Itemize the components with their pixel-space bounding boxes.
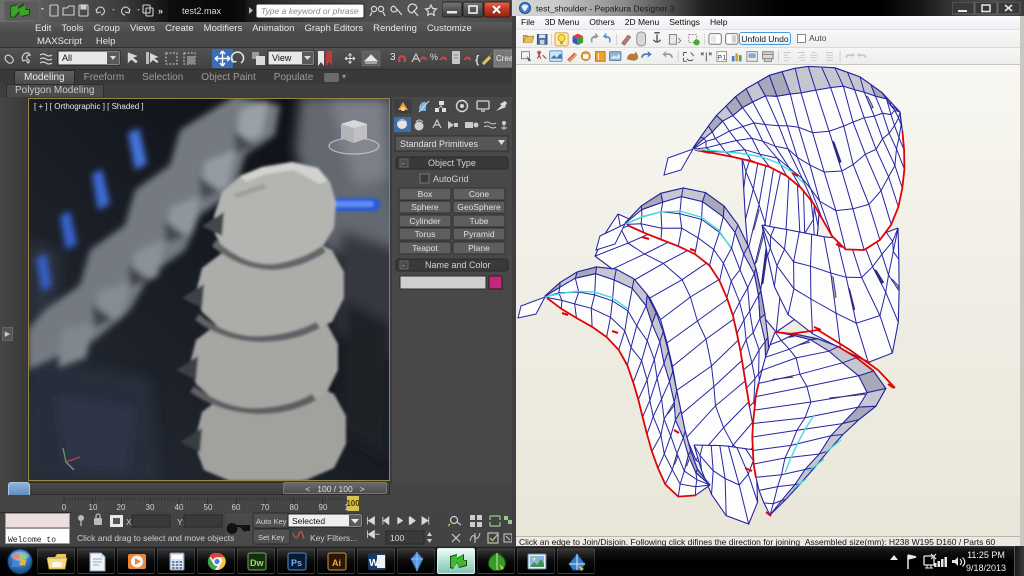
svg-text:30: 30 — [146, 503, 155, 512]
svg-text:W: W — [369, 558, 379, 569]
svg-text:Ps: Ps — [291, 558, 302, 568]
svg-text:40: 40 — [175, 503, 184, 512]
svg-text:Tube: Tube — [469, 216, 488, 226]
svg-text:GeoSphere: GeoSphere — [457, 202, 501, 212]
svg-text:Teapot: Teapot — [412, 243, 438, 253]
svg-text:Box: Box — [418, 189, 433, 199]
svg-text:Torus: Torus — [415, 229, 436, 239]
svg-text:Plane: Plane — [468, 243, 490, 253]
svg-text:P.1: P.1 — [718, 55, 727, 62]
svg-text:50: 50 — [204, 503, 213, 512]
svg-text:Standard Primitives: Standard Primitives — [400, 139, 479, 149]
svg-text:View: View — [272, 53, 292, 63]
svg-text:All: All — [62, 53, 72, 63]
svg-text:%: % — [430, 52, 438, 62]
svg-text:10: 10 — [89, 503, 98, 512]
svg-text:-: - — [402, 261, 405, 270]
svg-text:Set Key: Set Key — [258, 533, 285, 542]
svg-text:Key Filters...: Key Filters... — [310, 533, 357, 543]
svg-text:Name and Color: Name and Color — [425, 260, 491, 270]
svg-text:Ai: Ai — [332, 558, 341, 568]
svg-text:Type a keyword or phrase: Type a keyword or phrase — [261, 6, 359, 16]
svg-text:60: 60 — [232, 503, 241, 512]
svg-text:test2.max: test2.max — [182, 6, 222, 16]
svg-text:Sphere: Sphere — [411, 202, 439, 212]
svg-text:»: » — [158, 6, 163, 16]
svg-text:Auto Key: Auto Key — [256, 517, 287, 526]
svg-text:Click and drag to select and m: Click and drag to select and move object… — [77, 533, 234, 543]
svg-text:Crea: Crea — [496, 54, 512, 63]
svg-text:Cone: Cone — [469, 189, 490, 199]
svg-text:90: 90 — [319, 503, 328, 512]
svg-text:100: 100 — [390, 533, 404, 543]
svg-text:Cylinder: Cylinder — [409, 216, 440, 226]
svg-text:3: 3 — [390, 52, 396, 63]
svg-text:0: 0 — [62, 503, 67, 512]
svg-text:Pyramid: Pyramid — [463, 229, 494, 239]
svg-text:Object Type: Object Type — [428, 158, 476, 168]
svg-text:Dw: Dw — [250, 558, 264, 568]
svg-text:100: 100 — [346, 499, 360, 508]
svg-text:Selected: Selected — [292, 516, 325, 526]
svg-text:-: - — [402, 159, 405, 168]
svg-text:I: I — [597, 53, 599, 62]
svg-text:AutoGrid: AutoGrid — [433, 174, 469, 184]
svg-text:test_shoulder - Pepakura Desig: test_shoulder - Pepakura Designer 3 — [536, 4, 675, 14]
svg-text:{: { — [475, 54, 480, 66]
svg-text:20: 20 — [117, 503, 126, 512]
svg-text:70: 70 — [261, 503, 270, 512]
svg-text:80: 80 — [290, 503, 299, 512]
svg-text:Y:: Y: — [177, 517, 185, 527]
